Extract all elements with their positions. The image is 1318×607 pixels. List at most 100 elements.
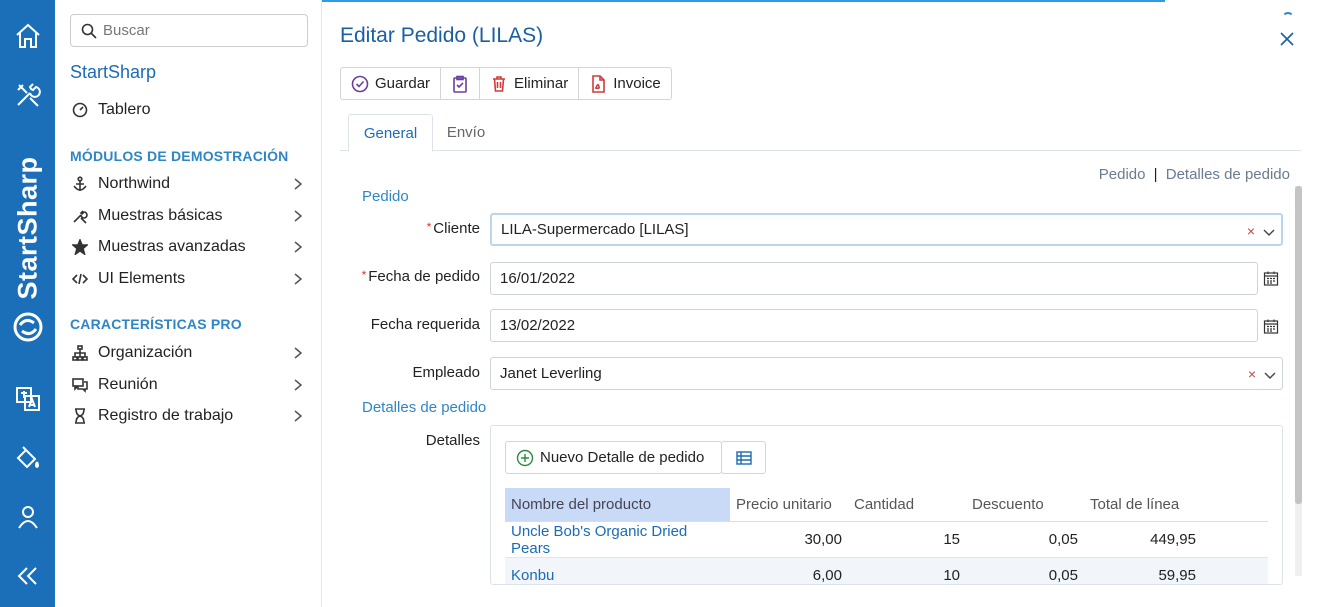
customer-select[interactable]: LILA-Supermercado [LILAS] × [490, 213, 1283, 246]
close-icon[interactable] [1278, 26, 1298, 46]
column-header-quantity[interactable]: Cantidad [848, 488, 966, 521]
paint-bucket-icon[interactable] [12, 442, 44, 474]
sidebar-item-meeting[interactable]: Reunión [70, 373, 315, 397]
sidebar-item-northwind[interactable]: Northwind [70, 172, 315, 196]
apply-changes-button[interactable] [441, 68, 481, 99]
details-grid: Nombre del producto Precio unitario Cant… [505, 488, 1268, 584]
chevron-down-icon[interactable] [1263, 225, 1275, 242]
sidebar-item-label: Registro de trabajo [98, 407, 234, 424]
chevron-right-icon [291, 346, 305, 365]
discount-cell: 0,05 [1048, 567, 1078, 584]
column-header-unit-price[interactable]: Precio unitario [730, 488, 848, 521]
toolbar: Guardar Eliminar Invoice [340, 67, 672, 100]
home-icon[interactable] [12, 20, 44, 52]
tools-icon [70, 206, 90, 226]
delete-button[interactable]: Eliminar [480, 68, 580, 99]
customer-label: * Cliente [426, 220, 480, 237]
sidebar-item-label: Tablero [98, 101, 151, 118]
plus-circle-icon [516, 449, 534, 466]
chat-icon [70, 375, 90, 395]
chevron-right-icon [291, 240, 305, 259]
brand-logo-icon [12, 311, 44, 343]
icon-rail: StartSharp [0, 0, 55, 607]
unit-price-cell: 30,00 [804, 531, 842, 548]
clear-icon[interactable]: × [1248, 366, 1256, 382]
employee-select[interactable]: Janet Leverling × [490, 357, 1283, 390]
category-link-order[interactable]: Pedido [1099, 166, 1146, 183]
search-icon [81, 23, 97, 39]
user-icon[interactable] [12, 501, 44, 533]
tab-bar: General Envío [340, 114, 1301, 152]
chevron-right-icon [291, 209, 305, 228]
table-row[interactable]: Uncle Bob's Organic Dried Pears 30,00 15… [505, 522, 1268, 558]
category-separator: | [1153, 166, 1158, 183]
section-demo-modules: MÓDULOS DE DEMOSTRACIÓN [70, 148, 289, 164]
quantity-cell: 10 [943, 567, 960, 584]
clipboard-check-icon [453, 75, 467, 93]
trash-icon [493, 75, 506, 92]
translate-icon[interactable] [12, 383, 44, 415]
pdf-icon [592, 74, 606, 93]
required-date-label: Fecha requerida [370, 316, 480, 333]
sidebar-item-work-log[interactable]: Registro de trabajo [70, 404, 315, 428]
chevron-right-icon [291, 177, 305, 196]
tab-general[interactable]: General [348, 114, 433, 152]
sidebar-item-basic-samples[interactable]: Muestras básicas [70, 204, 315, 228]
calendar-icon[interactable] [1263, 270, 1279, 286]
check-circle-icon [351, 75, 369, 92]
table-row[interactable]: Konbu 6,00 10 0,05 59,95 [505, 558, 1268, 584]
grid-header: Nombre del producto Precio unitario Cant… [505, 488, 1268, 522]
calendar-icon[interactable] [1263, 318, 1279, 334]
details-label: Detalles [425, 432, 480, 449]
org-chart-icon [70, 343, 90, 363]
sidebar-item-label: Muestras básicas [98, 207, 223, 224]
save-button[interactable]: Guardar [341, 68, 442, 99]
discount-cell: 0,05 [1048, 531, 1078, 548]
sidebar-item-ui-elements[interactable]: UI Elements [70, 267, 315, 291]
column-header-line-total[interactable]: Total de línea [1084, 488, 1202, 521]
column-picker-button[interactable] [721, 441, 766, 474]
brand-wordmark: StartSharp [12, 156, 43, 300]
tools-icon[interactable] [12, 79, 44, 111]
scrollbar[interactable] [1295, 186, 1302, 576]
required-indicator: * [361, 268, 367, 282]
column-header-product[interactable]: Nombre del producto [505, 488, 730, 521]
required-date-input[interactable]: 13/02/2022 [490, 309, 1258, 342]
quantity-cell: 15 [943, 531, 960, 548]
chevron-right-icon [291, 409, 305, 428]
category-title-order: Pedido [344, 186, 1284, 206]
sidebar-item-dashboard[interactable]: Tablero [70, 98, 315, 122]
chevron-down-icon[interactable] [1264, 368, 1276, 385]
column-header-discount[interactable]: Descuento [966, 488, 1084, 521]
order-dialog: Editar Pedido (LILAS) Guardar Eliminar I… [322, 0, 1318, 607]
customer-value: LILA-Supermercado [LILAS] [501, 221, 689, 238]
search-box[interactable] [70, 14, 308, 47]
anchor-icon [70, 174, 90, 194]
app-title[interactable]: StartSharp [70, 62, 156, 83]
category-links: Pedido | Detalles de pedido [1099, 166, 1290, 183]
scrollbar-thumb[interactable] [1295, 186, 1302, 504]
line-total-cell: 449,95 [1150, 531, 1196, 548]
unit-price-cell: 6,00 [812, 567, 842, 584]
loading-spinner [1282, 12, 1294, 24]
new-detail-button[interactable]: Nuevo Detalle de pedido [505, 441, 722, 474]
order-details-editor: Nuevo Detalle de pedido Nombre del produ… [490, 425, 1283, 585]
tab-shipping[interactable]: Envío [440, 114, 492, 151]
section-pro-features: CARACTERÍSTICAS PRO [70, 316, 242, 332]
clear-icon[interactable]: × [1247, 223, 1255, 239]
product-link[interactable]: Uncle Bob's Organic Dried Pears [505, 522, 730, 557]
product-link[interactable]: Konbu [505, 558, 730, 584]
order-date-input[interactable]: 16/01/2022 [490, 262, 1258, 295]
table-icon [735, 450, 752, 465]
sidebar-item-label: Northwind [98, 175, 171, 192]
category-link-details[interactable]: Detalles de pedido [1166, 166, 1290, 183]
search-input[interactable] [103, 22, 293, 39]
sidebar-item-advanced-samples[interactable]: Muestras avanzadas [70, 235, 315, 259]
sidebar-item-label: UI Elements [98, 270, 186, 287]
sidebar: StartSharp Tablero MÓDULOS DE DEMOSTRACI… [55, 0, 322, 607]
collapse-icon[interactable] [12, 560, 44, 592]
required-indicator: * [426, 220, 432, 234]
sidebar-item-organization[interactable]: Organización [70, 341, 315, 365]
invoice-button[interactable]: Invoice [579, 68, 671, 99]
hourglass-icon [70, 406, 90, 426]
